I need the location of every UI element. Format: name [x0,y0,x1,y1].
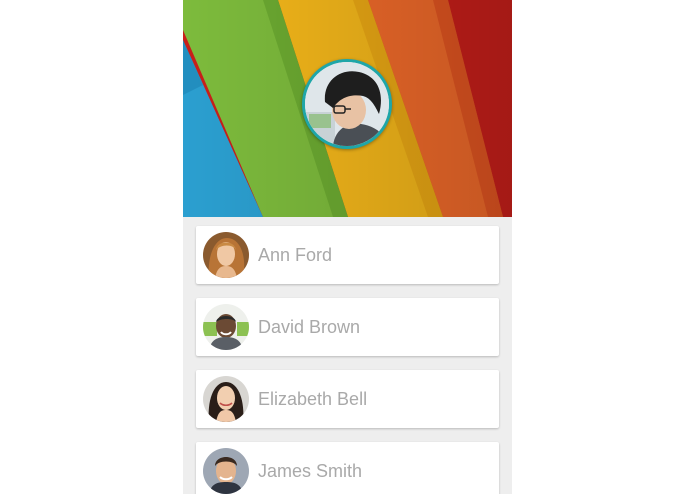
profile-avatar[interactable] [302,59,392,149]
contact-name: Elizabeth Bell [258,389,368,409]
contact-avatar [203,376,249,422]
man-avatar-icon [203,448,249,494]
woman-avatar-icon [203,232,249,278]
app-screen: Ann Ford David Brown Elizabeth Bell Jame… [183,0,512,494]
contact-avatar [203,232,249,278]
contact-card-elizabeth-bell[interactable]: Elizabeth Bell [196,370,499,428]
profile-header [183,0,512,217]
contact-name: James Smith [258,461,363,481]
contact-card-ann-ford[interactable]: Ann Ford [196,226,499,284]
contact-name: David Brown [258,317,361,337]
contact-list: Ann Ford David Brown Elizabeth Bell Jame… [196,226,499,494]
page: Ann Ford David Brown Elizabeth Bell Jame… [0,0,695,494]
contact-avatar [203,304,249,350]
boy-with-glasses-photo [305,62,389,146]
man-avatar-icon [203,304,249,350]
contact-avatar [203,448,249,494]
woman-avatar-icon [203,376,249,422]
contact-card-james-smith[interactable]: James Smith [196,442,499,494]
contact-card-david-brown[interactable]: David Brown [196,298,499,356]
contact-name: Ann Ford [258,245,333,265]
